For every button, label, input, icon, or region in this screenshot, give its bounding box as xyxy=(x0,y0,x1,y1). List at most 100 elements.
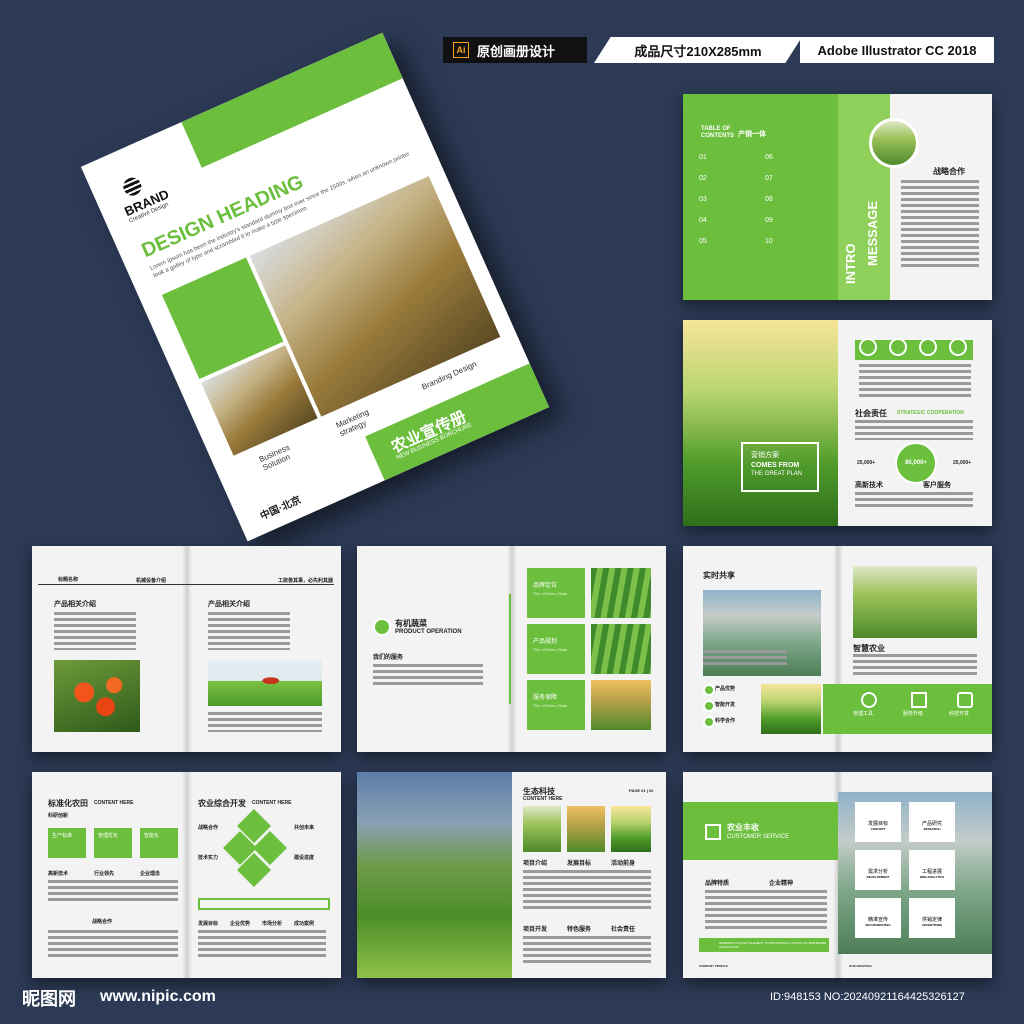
bubble-label: 管理优化 xyxy=(98,833,119,839)
watermark-brand: 昵图网 xyxy=(22,989,76,1009)
stat-value: 85,000+ xyxy=(905,460,927,466)
toc-left-column: 01 02 03 04 05 xyxy=(699,154,707,259)
tab-label: 服务保障 xyxy=(533,695,558,701)
bottom-item: 成功案例 xyxy=(294,921,315,927)
eco-label: 发展目标 xyxy=(567,861,592,867)
recycle-icon xyxy=(861,692,877,708)
toc-num: 09 xyxy=(765,217,773,224)
standard-en: CONTENT HERE xyxy=(94,800,134,806)
toc-num: 06 xyxy=(765,154,773,161)
service-box: 发展目标 CONCEPT xyxy=(855,802,901,842)
service-box: 需求分析 DEVELOPMENT xyxy=(855,850,901,890)
service-box: 产品研究 RESEARCH xyxy=(909,802,955,842)
dev-icon xyxy=(703,700,715,712)
smart-lines xyxy=(853,654,977,678)
tractor-photo xyxy=(208,660,322,706)
message-word: MESSAGE xyxy=(865,200,880,266)
spread-fold xyxy=(182,546,192,752)
bottom-item: 企业优势 xyxy=(230,921,251,927)
spread-toc: TABLE OF CONTENTS 产销一体 01 02 03 04 05 06… xyxy=(683,94,992,300)
crop-row-photo xyxy=(761,684,821,734)
box-cn: 发展目标 xyxy=(867,821,888,827)
box-cn: 供销定律 xyxy=(921,917,942,923)
intro-vertical-text: INTRO xyxy=(843,194,858,284)
brochure-cover: BRAND Creative Design DESIGN HEADING Lor… xyxy=(80,32,550,542)
social-lines xyxy=(855,420,973,440)
tab-sub: Title of Work | Date xyxy=(533,647,567,652)
brand-trait-label: 品牌特质 xyxy=(705,881,730,887)
box-cn: 精准宣传 xyxy=(867,917,888,923)
skyline-line xyxy=(38,584,334,585)
tractor-lines xyxy=(208,712,322,732)
spread-organic: 有机蔬菜 PRODUCT OPERATION 我们的服务 品牌定位 Title … xyxy=(357,546,666,752)
toc-num: 01 xyxy=(699,154,707,161)
plan-line1: COMES FROM xyxy=(751,462,800,469)
bottom-item: 发展目标 xyxy=(198,921,219,927)
mini-label: 行业领先 xyxy=(94,871,115,877)
eco-label: 项目开发 xyxy=(523,927,548,933)
chip-icon xyxy=(957,692,973,708)
box-en: DEVELOPMENT xyxy=(866,875,890,879)
stat-side-right: 25,000+ xyxy=(953,460,972,466)
eco-photo-3 xyxy=(611,806,651,852)
connector-line xyxy=(509,594,511,704)
intro-circle-photo xyxy=(869,118,919,168)
service-cn: 农业丰收 xyxy=(727,823,759,832)
toc-num: 04 xyxy=(699,217,707,224)
illustrator-icon: Ai xyxy=(453,42,469,58)
progress-bar xyxy=(198,898,330,910)
software-badge: Ai 原创画册设计 xyxy=(443,37,587,63)
hightech-label: 高新技术 xyxy=(855,482,883,489)
strategic-subtitle: STRATEGIC COOPERATION xyxy=(897,410,964,416)
dev-label: 智能开发 xyxy=(715,702,736,708)
intro-word: INTRO xyxy=(843,243,858,284)
box-cn: 工程进展 xyxy=(921,869,942,875)
service-lines xyxy=(705,890,827,930)
box-en: SEO MARKETING xyxy=(865,923,891,927)
equipment-tagline: 工欲善其事，必先利其器 xyxy=(278,578,334,584)
spirit-label: 企业精神 xyxy=(769,881,794,887)
cover-top-green-band xyxy=(181,32,403,168)
plan-frame: 营销方案 COMES FROM THE GREAT PLAN xyxy=(741,442,819,492)
brand-logo-icon xyxy=(120,174,145,199)
eco-label: 活动前身 xyxy=(611,861,636,867)
right-item: 技术实力 xyxy=(198,855,219,861)
bottom-lines xyxy=(855,492,973,510)
icon-text-lines xyxy=(859,364,971,400)
size-badge: 成品尺寸210X285mm xyxy=(594,37,802,63)
stat-icon xyxy=(859,338,877,356)
organic-title-en: PRODUCT OPERATION xyxy=(395,629,462,635)
service-box: 供销定律 ADVERTISING xyxy=(909,898,955,938)
toc-num: 05 xyxy=(699,238,707,245)
eco-lines-1 xyxy=(523,870,651,912)
product-intro-left: 产品相关介绍 xyxy=(54,601,96,608)
toc-num: 10 xyxy=(765,238,773,245)
spread-standard: 标准化农田 CONTENT HERE 科研创新 生产标准 管理优化 智能化 高新… xyxy=(32,772,341,978)
eco-lines-2 xyxy=(523,936,651,966)
icon-label: 科技开发 xyxy=(949,711,970,717)
product-intro-right: 产品相关介绍 xyxy=(208,601,250,608)
tab-plan: 产品规划 Title of Work | Date xyxy=(527,624,585,674)
service-en: CUSTOMER SERVICE xyxy=(727,834,790,840)
field-photo-2 xyxy=(591,624,651,674)
product-lines-right xyxy=(208,612,290,650)
product-lines-left xyxy=(54,612,136,650)
icon-label: 服务升级 xyxy=(903,711,924,717)
toc-title-a: TABLE OF xyxy=(701,126,731,132)
banner-text: RESEARCH IS A KEY ELEMENT TO SUCCESSFUL … xyxy=(719,941,827,949)
eco-photo-2 xyxy=(567,806,605,852)
eco-photo-1 xyxy=(523,806,561,852)
right-item: 建设进度 xyxy=(294,855,315,861)
toc-title-b: CONTENTS xyxy=(701,133,734,139)
spread-ecotech: 生态科技 CONTENT HERE PAGE 01 | 02 项目介绍 发展目标… xyxy=(357,772,666,978)
field-photo-3 xyxy=(591,680,651,730)
toc-title-cn: 产销一体 xyxy=(738,131,766,138)
tab-label: 品牌定位 xyxy=(533,583,558,589)
stat-icon xyxy=(889,338,907,356)
page-indicator: PAGE 01 | 02 xyxy=(629,788,654,793)
stat-large-circle: 85,000+ xyxy=(895,442,937,484)
skyline-label: 标题名称 xyxy=(58,577,79,583)
tab-service: 服务保障 Title of Work | Date xyxy=(527,680,585,730)
spread-social: 营销方案 COMES FROM THE GREAT PLAN 社会责任 STRA… xyxy=(683,320,992,526)
social-title: 社会责任 xyxy=(855,409,887,418)
